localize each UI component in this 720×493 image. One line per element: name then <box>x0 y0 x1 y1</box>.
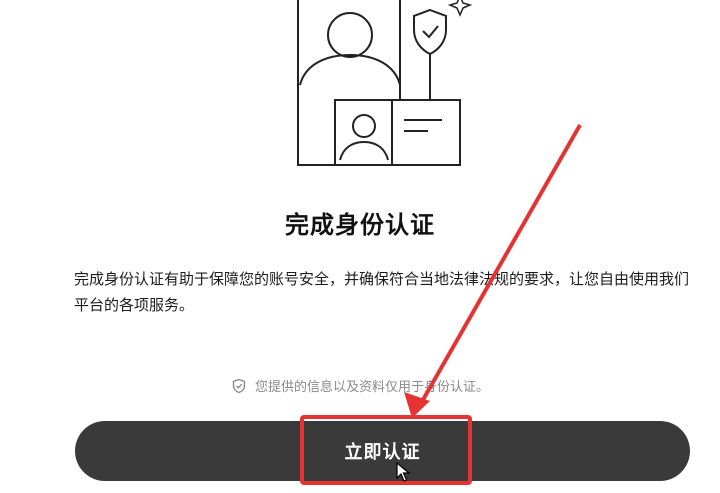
privacy-note-text: 您提供的信息以及资料仅用于身份认证。 <box>254 380 489 395</box>
description-text: 完成身份认证有助于保障您的账号安全，并确保符合当地法律法规的要求，让您自由使用我… <box>74 270 690 314</box>
identity-verification-page: 完成身份认证 完成身份认证有助于保障您的账号安全，并确保符合当地法律法规的要求，… <box>0 0 720 493</box>
privacy-note: 您提供的信息以及资料仅用于身份认证。 <box>0 376 720 395</box>
shield-check-icon <box>231 378 247 394</box>
page-title: 完成身份认证 <box>285 211 435 239</box>
id-verification-illustration <box>280 0 500 180</box>
verify-now-button[interactable]: 立即认证 <box>75 421 690 481</box>
